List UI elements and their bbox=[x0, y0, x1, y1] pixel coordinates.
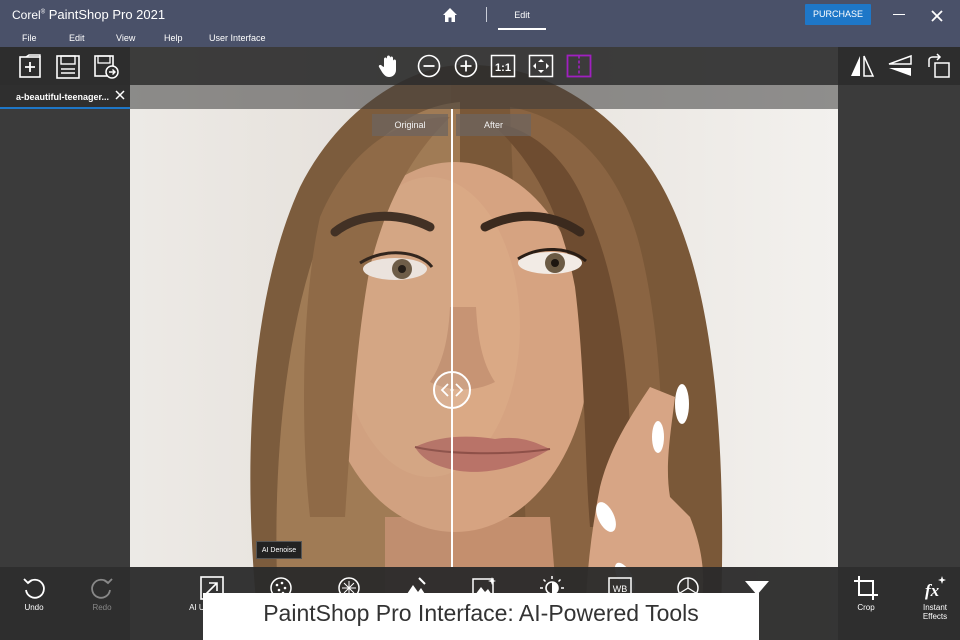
fit-to-window-icon[interactable] bbox=[528, 53, 554, 79]
pan-hand-icon[interactable] bbox=[377, 53, 403, 79]
undo-label: Undo bbox=[24, 603, 44, 612]
app-title: Corel® PaintShop Pro 2021 bbox=[12, 7, 166, 22]
compare-split-icon[interactable] bbox=[566, 53, 592, 79]
ai-denoise-tooltip: AI Denoise bbox=[256, 541, 302, 559]
after-label: After bbox=[456, 114, 531, 136]
save-icon[interactable] bbox=[55, 54, 81, 80]
svg-text:1:1: 1:1 bbox=[495, 62, 511, 74]
redo-button[interactable]: Redo bbox=[88, 575, 116, 612]
flip-vertical-icon[interactable] bbox=[887, 53, 913, 79]
rotate-icon[interactable] bbox=[925, 53, 951, 79]
menu-item-file[interactable]: File bbox=[22, 33, 37, 43]
titlebar-separator bbox=[486, 7, 487, 22]
menu-item-user-interface[interactable]: User Interface bbox=[209, 33, 266, 43]
app-title-name: PaintShop Pro 2021 bbox=[48, 7, 166, 22]
drag-arrows-icon bbox=[440, 383, 464, 397]
menu-item-help[interactable]: Help bbox=[164, 33, 183, 43]
right-panel bbox=[838, 47, 960, 567]
close-tab-icon[interactable] bbox=[115, 90, 125, 100]
original-label: Original bbox=[372, 114, 448, 136]
crop-button[interactable]: Crop bbox=[851, 575, 881, 612]
fx-icon: fx bbox=[922, 575, 948, 601]
title-bar: Corel® PaintShop Pro 2021 Edit PURCHASE bbox=[0, 0, 960, 30]
app-title-prefix: Corel bbox=[12, 8, 41, 22]
caption-banner: PaintShop Pro Interface: AI-Powered Tool… bbox=[203, 593, 759, 640]
top-toolbar: 1:1 bbox=[0, 47, 960, 85]
menu-item-edit[interactable]: Edit bbox=[69, 33, 85, 43]
app-window: Corel® PaintShop Pro 2021 Edit PURCHASE … bbox=[0, 0, 960, 640]
tab-edit[interactable]: Edit bbox=[498, 4, 546, 30]
right-tab-strip bbox=[838, 85, 960, 109]
redo-icon bbox=[89, 575, 115, 601]
undo-button[interactable]: Undo bbox=[20, 575, 48, 612]
instant-effects-button[interactable]: fx Instant Effects bbox=[915, 575, 955, 621]
zoom-in-icon[interactable] bbox=[453, 53, 479, 79]
home-icon[interactable] bbox=[442, 7, 458, 23]
document-tab[interactable]: a-beautiful-teenager... bbox=[0, 85, 130, 109]
minimize-icon[interactable] bbox=[893, 14, 905, 15]
actual-size-icon[interactable]: 1:1 bbox=[490, 53, 516, 79]
menu-item-view[interactable]: View bbox=[116, 33, 135, 43]
flip-horizontal-icon[interactable] bbox=[849, 53, 875, 79]
redo-label: Redo bbox=[92, 603, 112, 612]
undo-icon bbox=[21, 575, 47, 601]
menu-bar: File Edit View Help User Interface bbox=[0, 30, 960, 47]
document-tab-name: a-beautiful-teenager... bbox=[16, 92, 110, 102]
save-as-icon[interactable] bbox=[93, 54, 119, 80]
compare-slider-handle[interactable] bbox=[433, 371, 471, 409]
compare-divider[interactable] bbox=[451, 109, 453, 567]
crop-label: Crop bbox=[857, 603, 875, 612]
svg-text:fx: fx bbox=[925, 581, 940, 600]
crop-icon bbox=[853, 575, 879, 601]
new-file-icon[interactable] bbox=[18, 54, 44, 80]
zoom-out-icon[interactable] bbox=[416, 53, 442, 79]
purchase-button[interactable]: PURCHASE bbox=[805, 4, 871, 25]
instant-effects-label: Instant Effects bbox=[922, 603, 948, 621]
close-icon[interactable] bbox=[930, 9, 944, 23]
left-panel bbox=[0, 47, 130, 567]
tab-strip bbox=[130, 85, 838, 109]
